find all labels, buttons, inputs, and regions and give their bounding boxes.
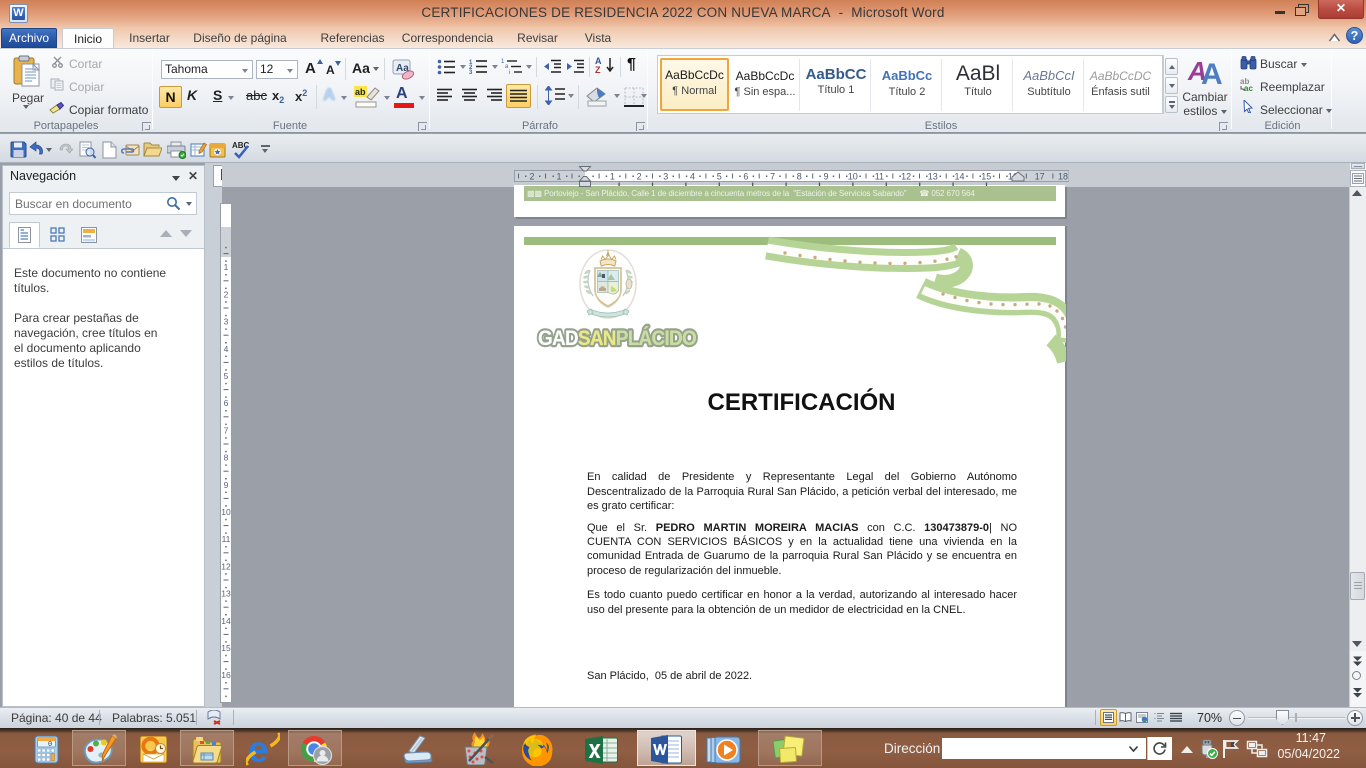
svg-text:7: 7 xyxy=(224,425,229,435)
svg-text:14: 14 xyxy=(221,616,231,626)
svg-text:2: 2 xyxy=(637,172,642,182)
svg-text:3: 3 xyxy=(469,70,473,75)
svg-text:15: 15 xyxy=(981,172,991,182)
svg-text:13: 13 xyxy=(928,172,938,182)
svg-text:0: 0 xyxy=(48,741,52,749)
svg-text:11: 11 xyxy=(875,172,884,182)
svg-text:16: 16 xyxy=(221,670,231,680)
svg-text:15: 15 xyxy=(221,643,231,653)
svg-text:14: 14 xyxy=(954,172,964,182)
svg-text:1: 1 xyxy=(224,262,229,272)
svg-text:12: 12 xyxy=(221,561,231,571)
svg-text:12: 12 xyxy=(901,172,911,182)
svg-text:6: 6 xyxy=(224,398,229,408)
svg-text:i: i xyxy=(509,70,510,75)
svg-text:4: 4 xyxy=(690,172,695,182)
svg-text:3: 3 xyxy=(663,172,668,182)
svg-text:9: 9 xyxy=(224,480,229,490)
svg-text:10: 10 xyxy=(848,172,858,182)
svg-text:18: 18 xyxy=(1058,172,1068,182)
svg-text:5: 5 xyxy=(717,172,722,182)
svg-text:4: 4 xyxy=(224,344,229,354)
svg-text:1: 1 xyxy=(556,172,561,182)
svg-text:2: 2 xyxy=(224,289,229,299)
svg-text:17: 17 xyxy=(1035,172,1045,182)
svg-text:6: 6 xyxy=(743,172,748,182)
svg-text:8: 8 xyxy=(797,172,802,182)
svg-text:3: 3 xyxy=(224,317,229,327)
svg-text:GADSANPLÁCIDO: GADSANPLÁCIDO xyxy=(538,327,696,350)
svg-text:e: e xyxy=(248,732,269,766)
svg-text:2: 2 xyxy=(529,172,534,182)
svg-text:ac: ac xyxy=(1244,84,1253,92)
svg-text:1: 1 xyxy=(610,172,615,182)
svg-text:ab: ab xyxy=(355,87,366,97)
svg-text:13: 13 xyxy=(221,589,231,599)
svg-text:7: 7 xyxy=(770,172,775,182)
svg-text:9: 9 xyxy=(823,172,828,182)
svg-text:5: 5 xyxy=(224,371,229,381)
svg-text:10: 10 xyxy=(221,507,231,517)
svg-text:11: 11 xyxy=(222,534,231,544)
svg-text:8: 8 xyxy=(224,453,229,463)
